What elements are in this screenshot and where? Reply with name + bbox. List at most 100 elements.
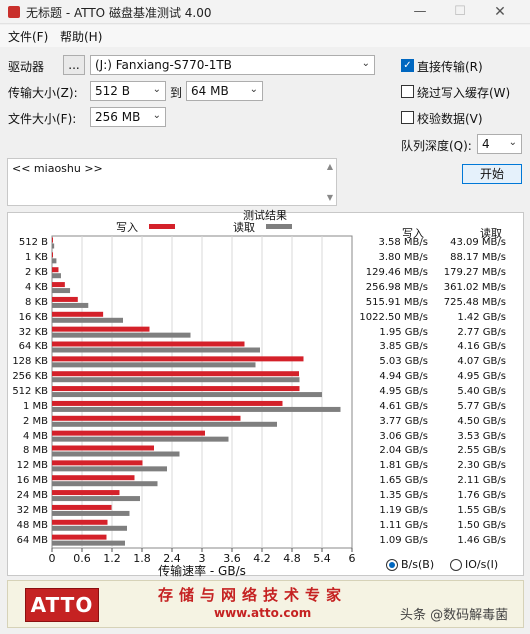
read-value: 3.53 GB/s <box>457 430 506 442</box>
read-value: 4.95 GB/s <box>457 371 506 383</box>
write-bar <box>52 475 135 481</box>
read-value: 2.30 GB/s <box>457 460 506 472</box>
read-value: 2.11 GB/s <box>457 475 506 487</box>
write-bar <box>52 267 59 273</box>
read-bar <box>52 347 260 353</box>
read-value: 2.77 GB/s <box>457 326 506 338</box>
read-bar <box>52 302 89 308</box>
read-bar <box>52 496 140 502</box>
read-value: 1.76 GB/s <box>457 490 506 501</box>
banner-url[interactable]: www.atto.com <box>214 606 311 620</box>
read-value: 4.07 GB/s <box>457 356 506 368</box>
write-bar <box>52 252 53 258</box>
x-tick-label: 0 <box>49 552 56 565</box>
read-value: 1.46 GB/s <box>457 534 506 546</box>
row-label: 16 KB <box>18 311 48 323</box>
write-bar <box>52 296 78 302</box>
read-bar <box>52 243 55 249</box>
bytes-radio[interactable] <box>386 559 398 571</box>
read-bar <box>52 525 127 531</box>
x-tick-label: 1.2 <box>103 552 121 565</box>
row-label: 16 MB <box>16 475 48 487</box>
banner-slogan: 存储与网络技术专家 <box>158 586 348 604</box>
read-bar <box>52 332 191 338</box>
read-value: 43.09 MB/s <box>450 237 506 249</box>
write-value: 129.46 MB/s <box>365 267 428 279</box>
read-value: 1.42 GB/s <box>457 311 506 323</box>
read-value: 725.48 MB/s <box>443 296 506 308</box>
read-bar <box>52 406 341 412</box>
row-label: 8 MB <box>22 445 48 457</box>
row-label: 128 KB <box>12 356 48 368</box>
row-label: 1 MB <box>22 400 48 412</box>
write-bar <box>52 341 245 347</box>
write-bar <box>52 371 299 377</box>
read-bar <box>52 510 130 516</box>
write-value: 3.06 GB/s <box>379 430 428 442</box>
write-bar <box>52 237 53 243</box>
read-value: 88.17 MB/s <box>450 252 506 264</box>
read-bar <box>52 317 123 323</box>
row-label: 64 MB <box>16 534 48 546</box>
read-value: 2.55 GB/s <box>457 445 506 457</box>
read-value: 1.50 GB/s <box>457 519 506 531</box>
write-value: 3.58 MB/s <box>378 237 428 249</box>
row-label: 32 MB <box>16 504 48 516</box>
write-bar <box>52 415 241 421</box>
write-bar <box>52 534 107 540</box>
io-label: IO/s(I) <box>465 558 499 571</box>
row-label: 4 KB <box>25 282 48 293</box>
write-value: 2.04 GB/s <box>379 445 428 457</box>
write-bar <box>52 490 120 496</box>
write-bar <box>52 445 154 451</box>
write-value: 515.91 MB/s <box>365 296 428 308</box>
write-value: 3.85 GB/s <box>379 341 428 353</box>
read-bar <box>52 377 300 383</box>
write-value: 1022.50 MB/s <box>359 311 428 323</box>
read-value: 361.02 MB/s <box>443 282 506 293</box>
row-label: 12 MB <box>16 460 48 472</box>
x-tick-label: 1.8 <box>133 552 151 565</box>
write-bar <box>52 430 205 436</box>
x-axis-label: 传输速率 - GB/s <box>158 563 246 578</box>
write-value: 3.77 GB/s <box>379 415 428 427</box>
write-value: 3.80 MB/s <box>378 252 428 264</box>
row-label: 2 KB <box>25 267 48 279</box>
read-bar <box>52 288 71 294</box>
read-bar <box>52 392 322 398</box>
write-bar <box>52 519 108 525</box>
read-bar <box>52 273 61 279</box>
write-value: 1.65 GB/s <box>379 475 428 487</box>
write-value: 4.94 GB/s <box>379 371 428 383</box>
read-value: 4.50 GB/s <box>457 415 506 427</box>
read-bar <box>52 451 180 457</box>
write-value: 4.95 GB/s <box>379 386 428 397</box>
x-tick-label: 4.2 <box>253 552 271 565</box>
read-value: 179.27 MB/s <box>443 267 506 279</box>
read-bar <box>52 466 167 472</box>
row-label: 512 KB <box>12 386 48 397</box>
row-label: 256 KB <box>12 371 48 383</box>
write-bar <box>52 282 65 288</box>
write-bar <box>52 386 300 392</box>
write-value: 1.19 GB/s <box>379 504 428 516</box>
row-label: 2 MB <box>22 415 48 427</box>
write-bar <box>52 311 104 317</box>
write-value: 4.61 GB/s <box>379 400 428 412</box>
watermark: 头条 @数码解毒菌 <box>400 608 509 623</box>
read-bar <box>52 481 158 487</box>
read-value: 5.40 GB/s <box>457 386 506 397</box>
write-value: 1.35 GB/s <box>379 490 428 501</box>
x-tick-label: 6 <box>349 552 356 565</box>
write-bar <box>52 504 112 510</box>
write-value: 1.95 GB/s <box>379 326 428 338</box>
write-value: 256.98 MB/s <box>365 282 428 293</box>
read-bar <box>52 258 57 264</box>
x-tick-label: 0.6 <box>73 552 91 565</box>
read-bar <box>52 421 277 427</box>
bytes-label: B/s(B) <box>401 558 435 571</box>
read-value: 1.55 GB/s <box>457 504 506 516</box>
io-radio[interactable] <box>450 559 462 571</box>
read-bar <box>52 540 125 546</box>
row-label: 8 KB <box>25 296 48 308</box>
